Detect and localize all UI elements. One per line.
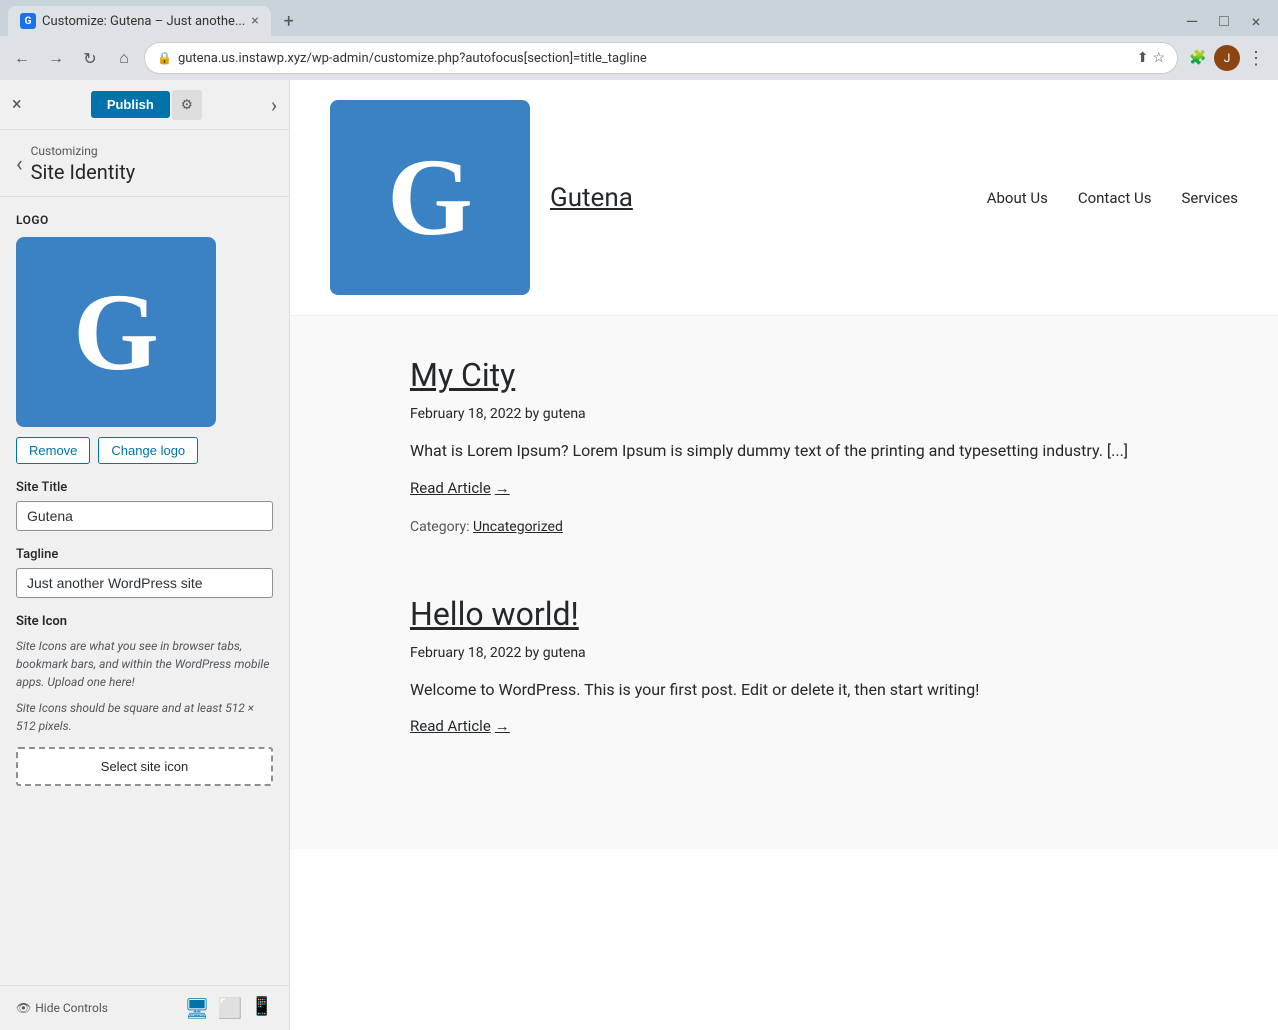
nav-item-about[interactable]: About Us — [987, 189, 1048, 207]
site-icon-description-2: Site Icons should be square and at least… — [16, 699, 273, 735]
back-button[interactable]: ← — [8, 44, 36, 72]
logo-preview: G — [16, 237, 216, 427]
tab-favicon: G — [20, 13, 36, 29]
publish-button[interactable]: Publish — [91, 91, 170, 118]
window-maximize-button[interactable]: □ — [1210, 7, 1238, 35]
panel-expand-button[interactable]: › — [271, 93, 277, 117]
site-icon-description-1: Site Icons are what you see in browser t… — [16, 637, 273, 691]
panel-close-button[interactable]: × — [12, 94, 22, 115]
panel-footer: 👁 Hide Controls 🖥 ⬜ 📱 — [0, 985, 289, 1030]
browser-tab[interactable]: G Customize: Gutena – Just anothe... × — [8, 6, 271, 36]
desktop-view-button[interactable]: 🖥 — [184, 996, 209, 1020]
remove-logo-button[interactable]: Remove — [16, 437, 90, 464]
back-to-customizer-button[interactable]: ‹ — [16, 152, 23, 177]
customizing-header: ‹ Customizing Site Identity — [0, 130, 289, 197]
post-meta-2: February 18, 2022 by gutena — [410, 645, 1238, 661]
site-title-label: Site Title — [16, 480, 273, 495]
preview-site: G Gutena About Us Contact Us Services My… — [290, 80, 1278, 1030]
nav-item-services[interactable]: Services — [1181, 189, 1238, 207]
post-date-1: February 18, 2022 — [410, 406, 521, 422]
refresh-button[interactable]: ↻ — [76, 44, 104, 72]
logo-letter: G — [73, 277, 159, 387]
lock-icon: 🔒 — [157, 51, 172, 65]
site-title-area: Gutena — [550, 183, 633, 213]
customizing-label: Customizing — [31, 144, 136, 158]
share-icon[interactable]: ⬆ — [1137, 50, 1149, 66]
site-title-group: Site Title — [16, 480, 273, 531]
tagline-input[interactable] — [16, 568, 273, 598]
post-author-2[interactable]: gutena — [543, 645, 586, 661]
browser-menu-button[interactable]: ⋮ — [1242, 44, 1270, 72]
post-date-2: February 18, 2022 — [410, 645, 521, 661]
address-text: gutena.us.instawp.xyz/wp-admin/customize… — [178, 51, 1131, 66]
post-by-2: by — [525, 645, 543, 661]
logo-section: Logo G Remove Change logo — [16, 213, 273, 464]
mobile-view-button[interactable]: 📱 — [251, 996, 273, 1020]
window-close-button[interactable]: × — [1242, 7, 1270, 35]
address-bar[interactable]: 🔒 gutena.us.instawp.xyz/wp-admin/customi… — [144, 42, 1178, 74]
home-button[interactable]: ⌂ — [110, 44, 138, 72]
post-author-1[interactable]: gutena — [543, 406, 586, 422]
tagline-group: Tagline — [16, 547, 273, 598]
read-article-arrow-2: → — [495, 717, 510, 735]
post-by-1: by — [525, 406, 543, 422]
tab-close-icon[interactable]: × — [251, 13, 258, 29]
site-icon-section: Site Icon Site Icons are what you see in… — [16, 614, 273, 786]
customizer-panel: × Publish ⚙ › ‹ Customizing Site Identit… — [0, 80, 290, 1030]
content-area: My City February 18, 2022 by gutena What… — [290, 316, 1278, 849]
post-meta-1: February 18, 2022 by gutena — [410, 406, 1238, 422]
browser-chrome: G Customize: Gutena – Just anothe... × +… — [0, 0, 1278, 80]
tagline-label: Tagline — [16, 547, 273, 562]
post-title-2[interactable]: Hello world! — [410, 595, 1238, 633]
window-minimize-button[interactable]: — — [1178, 7, 1206, 35]
site-header: G Gutena About Us Contact Us Services — [290, 80, 1278, 316]
change-logo-button[interactable]: Change logo — [98, 437, 198, 464]
read-article-arrow-1: → — [495, 479, 510, 497]
site-identity-title: Site Identity — [31, 160, 136, 184]
read-article-2[interactable]: Read Article → — [410, 717, 510, 735]
category-link-1[interactable]: Uncategorized — [473, 519, 563, 535]
post-entry-2: Hello world! February 18, 2022 by gutena… — [410, 595, 1238, 750]
profile-button[interactable]: J — [1214, 45, 1240, 71]
site-title-input[interactable] — [16, 501, 273, 531]
site-navigation: About Us Contact Us Services — [987, 189, 1238, 207]
post-entry-1: My City February 18, 2022 by gutena What… — [410, 356, 1238, 535]
forward-button[interactable]: → — [42, 44, 70, 72]
preview-area: G Gutena About Us Contact Us Services My… — [290, 80, 1278, 1030]
nav-item-contact[interactable]: Contact Us — [1078, 189, 1152, 207]
extensions-icon[interactable]: 🧩 — [1184, 44, 1212, 72]
post-excerpt-1: What is Lorem Ipsum? Lorem Ipsum is simp… — [410, 438, 1238, 464]
post-excerpt-2: Welcome to WordPress. This is your first… — [410, 677, 1238, 703]
new-tab-button[interactable]: + — [275, 7, 303, 35]
hide-controls-button[interactable]: 👁 Hide Controls — [16, 1001, 108, 1015]
site-logo: G — [330, 100, 530, 295]
logo-section-label: Logo — [16, 213, 273, 227]
bookmark-icon[interactable]: ☆ — [1152, 50, 1165, 66]
select-site-icon-button[interactable]: Select site icon — [16, 747, 273, 786]
publish-settings-button[interactable]: ⚙ — [172, 90, 202, 120]
post-title-1[interactable]: My City — [410, 356, 1238, 394]
tab-title: Customize: Gutena – Just anothe... — [42, 14, 245, 29]
panel-header: × Publish ⚙ › — [0, 80, 289, 130]
site-icon-label: Site Icon — [16, 614, 273, 629]
panel-content: Logo G Remove Change logo Site Title Tag… — [0, 197, 289, 985]
site-name[interactable]: Gutena — [550, 183, 633, 213]
eye-icon: 👁 — [16, 1001, 31, 1015]
hide-controls-label: Hide Controls — [35, 1001, 108, 1015]
tablet-view-button[interactable]: ⬜ — [218, 996, 243, 1020]
read-article-1[interactable]: Read Article → — [410, 479, 510, 497]
post-category-1: Category: Uncategorized — [410, 519, 1238, 535]
site-logo-letter: G — [387, 134, 473, 261]
